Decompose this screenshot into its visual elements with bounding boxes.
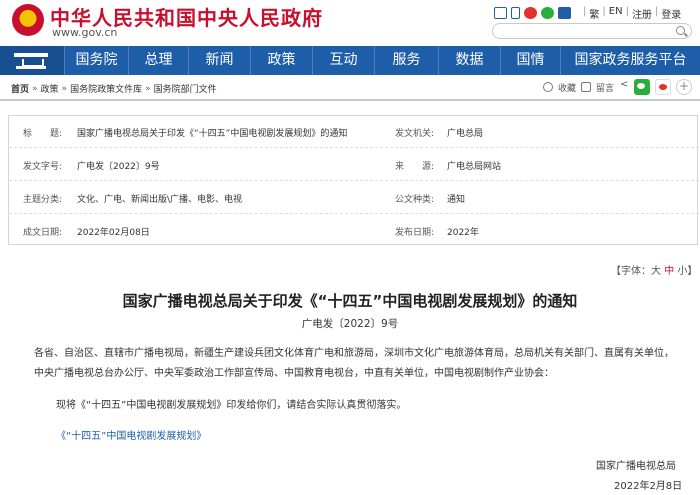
tiananmen-icon <box>14 53 48 69</box>
issuer-label: 发文机关: <box>395 129 435 139</box>
document-info-table: 标 题: 国家广播电视总局关于印发《“十四五”中国电视剧发展规划》的通知 发文机… <box>8 115 699 247</box>
search-icon[interactable] <box>676 26 685 35</box>
main-nav: 国务院 总理 新闻 政策 互动 服务 数据 国情 国家政务服务平台 <box>0 46 700 75</box>
breadcrumb-policy-library[interactable]: 国务院政策文件库 <box>70 82 142 95</box>
breadcrumb-department-docs[interactable]: 国务院部门文件 <box>154 82 217 95</box>
title-value: 国家广播电视总局关于印发《“十四五”中国电视剧发展规划》的通知 <box>77 129 348 139</box>
breadcrumb-home[interactable]: 首页 <box>11 82 29 95</box>
breadcrumb-policy[interactable]: 政策 <box>41 82 59 95</box>
wechat-share-icon[interactable] <box>634 79 651 95</box>
nav-home-button[interactable] <box>0 46 64 75</box>
written-date-label: 成文日期: <box>23 228 63 238</box>
signing-date: 2022年2月8日 <box>614 481 683 492</box>
more-share-icon[interactable]: + <box>676 79 693 95</box>
nav-item-gov-service-platform[interactable]: 国家政务服务平台 <box>560 46 700 75</box>
national-emblem-icon[interactable] <box>12 4 44 36</box>
topic-label: 主题分类: <box>23 195 63 205</box>
breadcrumb-separator: » <box>61 83 68 94</box>
top-links: | 繁 | EN | 注册 | 登录 <box>583 6 682 21</box>
document-number: 广电发〔2022〕9号 <box>301 318 399 330</box>
english-link[interactable]: EN <box>609 6 623 21</box>
signing-organization: 国家广播电视总局 <box>596 461 676 472</box>
search-input[interactable] <box>492 23 692 39</box>
login-link[interactable]: 登录 <box>661 6 681 21</box>
published-date-value: 2022年 <box>447 228 479 238</box>
site-header: 中华人民共和国中央人民政府 www.gov.cn | 繁 | EN | 注册 |… <box>0 0 700 44</box>
nav-item-news[interactable]: 新闻 <box>188 46 250 75</box>
header-divider <box>0 99 700 101</box>
issuer-value: 广电总局 <box>447 129 484 139</box>
site-url: www.gov.cn <box>52 26 118 39</box>
document-recipients: 各省、自治区、直辖市广播电视局，新疆生产建设兵团文化体育广电和旅游局，深圳市文化… <box>34 348 674 379</box>
nav-item-interaction[interactable]: 互动 <box>312 46 374 75</box>
favorite-button[interactable]: 收藏 <box>558 81 576 94</box>
source-label: 来 源: <box>395 162 435 172</box>
breadcrumb-separator: » <box>145 83 151 94</box>
nav-item-national-info[interactable]: 国情 <box>500 46 560 75</box>
written-date-value: 2022年02月08日 <box>77 228 150 238</box>
app-icon[interactable] <box>558 7 571 19</box>
favorite-icon[interactable] <box>543 82 553 92</box>
mobile-icon[interactable] <box>511 7 520 19</box>
share-icon[interactable] <box>619 79 629 92</box>
weibo-share-icon[interactable] <box>655 79 672 95</box>
breadcrumb: 首页 » 政策 » 国务院政策文件库 » 国务院部门文件 <box>11 82 217 96</box>
font-size-small[interactable]: 小 <box>677 266 687 277</box>
nav-item-policy[interactable]: 政策 <box>250 46 312 75</box>
register-link[interactable]: 注册 <box>632 6 652 21</box>
font-size-large[interactable]: 大 <box>651 266 661 277</box>
nav-item-premier[interactable]: 总理 <box>128 46 188 75</box>
wechat-icon[interactable] <box>541 7 554 19</box>
info-row: 标 题: 国家广播电视总局关于印发《“十四五”中国电视剧发展规划》的通知 发文机… <box>9 116 699 148</box>
info-row: 发文字号: 广电发〔2022〕9号 来 源: 广电总局网站 <box>9 149 699 181</box>
nav-item-data[interactable]: 数据 <box>438 46 500 75</box>
doc-type-label: 公文种类: <box>395 195 435 205</box>
title-label: 标 题: <box>23 129 63 139</box>
published-date-label: 发布日期: <box>395 228 435 238</box>
top-icon-bar <box>494 6 571 20</box>
font-size-medium[interactable]: 中 <box>664 266 674 277</box>
document-body: 现将《“十四五”中国电视剧发展规划》印发给你们，请结合实际认真贯彻落实。 <box>56 400 407 411</box>
info-row: 成文日期: 2022年02月08日 发布日期: 2022年 <box>9 215 699 247</box>
topic-value: 文化、广电、新闻出版\广播、电影、电视 <box>77 195 243 205</box>
article-tools: 收藏 留言 + <box>543 78 693 96</box>
weibo-icon[interactable] <box>524 7 537 19</box>
info-row: 主题分类: 文化、广电、新闻出版\广播、电影、电视 公文种类: 通知 <box>9 182 699 214</box>
breadcrumb-separator: » <box>32 83 38 94</box>
comment-icon[interactable] <box>581 82 592 92</box>
attachment-link[interactable]: 《“十四五”中国电视剧发展规划》 <box>56 427 206 442</box>
comment-button[interactable]: 留言 <box>596 81 614 94</box>
font-size-switcher: 【字体：大 中 小】 <box>611 266 698 277</box>
doc-type-value: 通知 <box>447 195 466 205</box>
source-value: 广电总局网站 <box>447 162 502 172</box>
nav-item-state-council[interactable]: 国务院 <box>64 46 128 75</box>
nav-item-service[interactable]: 服务 <box>374 46 438 75</box>
doc-number-value: 广电发〔2022〕9号 <box>77 162 160 172</box>
traditional-chinese-link[interactable]: 繁 <box>589 6 599 21</box>
doc-number-label: 发文字号: <box>23 162 63 172</box>
document-title: 国家广播电视总局关于印发《“十四五”中国电视剧发展规划》的通知 <box>122 292 578 310</box>
mail-icon[interactable] <box>494 7 507 19</box>
